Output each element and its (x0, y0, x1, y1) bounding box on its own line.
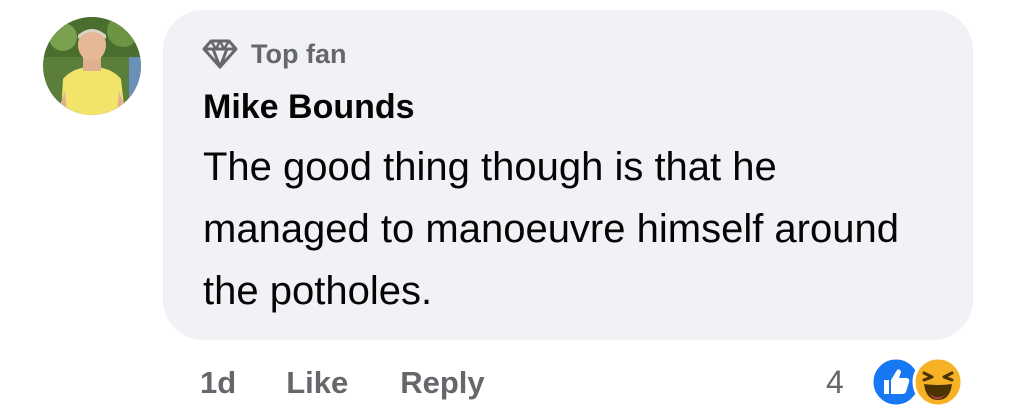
timestamp[interactable]: 1d (200, 365, 236, 401)
comment: Top fan Mike Bounds The good thing thoug… (0, 0, 1024, 417)
comment-text: The good thing though is that he managed… (203, 145, 899, 313)
diamond-icon (201, 38, 239, 70)
badge-label: Top fan (251, 38, 347, 69)
like-button[interactable]: Like (286, 365, 348, 401)
reply-button[interactable]: Reply (400, 365, 484, 401)
comment-actions: 1d Like Reply (200, 360, 485, 406)
author-name[interactable]: Mike Bounds (203, 88, 415, 127)
reactions-summary[interactable]: 4 (826, 355, 964, 409)
reaction-icons (844, 355, 964, 409)
top-fan-badge[interactable]: Top fan (201, 36, 346, 72)
haha-icon (912, 356, 964, 408)
avatar[interactable] (43, 17, 141, 115)
reaction-count: 4 (826, 363, 844, 400)
